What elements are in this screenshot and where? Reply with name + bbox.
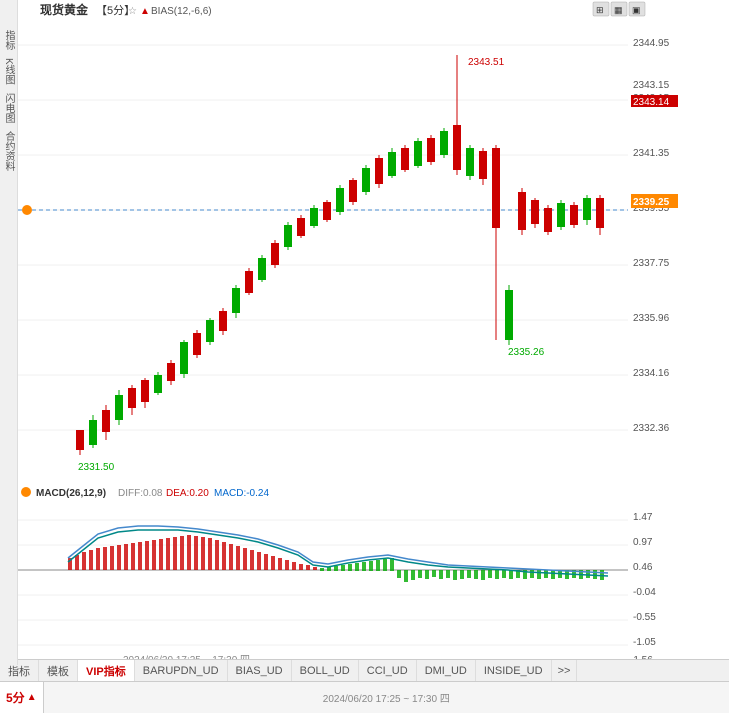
chart-container: 指标 K线图 闪电图 合约资料 现货黄金 【5分】 ☆ ▲ BIAS(12,-6… (0, 0, 729, 713)
tab-bias-ud[interactable]: BIAS_UD (228, 660, 292, 681)
svg-text:2334.16: 2334.16 (633, 368, 670, 379)
svg-text:-0.55: -0.55 (633, 612, 656, 623)
svg-text:2332.36: 2332.36 (633, 423, 670, 434)
tab-boll-ud[interactable]: BOLL_UD (292, 660, 359, 681)
svg-text:0.46: 0.46 (633, 562, 653, 573)
svg-text:-1.05: -1.05 (633, 637, 656, 648)
svg-text:2343.14: 2343.14 (633, 97, 670, 108)
svg-text:1.47: 1.47 (633, 512, 653, 523)
svg-text:MACD:-0.24: MACD:-0.24 (214, 488, 269, 499)
bottom-toolbar: 5分 ▲ 2024/06/20 17:25 ~ 17:30 四 (0, 681, 729, 713)
svg-text:DEA:0.20: DEA:0.20 (166, 488, 209, 499)
macd-chart-svg: MACD(26,12,9) DIFF:0.08 DEA:0.20 MACD:-0… (18, 480, 678, 665)
svg-text:DIFF:0.08: DIFF:0.08 (118, 488, 163, 499)
svg-text:2337.75: 2337.75 (633, 258, 670, 269)
tab-more[interactable]: >> (552, 660, 578, 681)
svg-text:▦: ▦ (614, 5, 623, 15)
tab-barupdn[interactable]: BARUPDN_UD (135, 660, 228, 681)
svg-text:-0.04: -0.04 (633, 587, 656, 598)
svg-text:2335.26: 2335.26 (508, 347, 545, 358)
svg-text:▣: ▣ (632, 5, 641, 15)
svg-text:☆: ☆ (128, 6, 137, 17)
tab-inside-ud[interactable]: INSIDE_UD (476, 660, 552, 681)
tab-moban[interactable]: 模板 (39, 660, 78, 681)
svg-text:2331.50: 2331.50 (78, 462, 115, 473)
sidebar-item-contract[interactable]: 合约资料 (1, 131, 16, 171)
timeframe-5min[interactable]: 5分 ▲ (0, 682, 44, 713)
svg-text:2339.25: 2339.25 (633, 197, 670, 208)
svg-text:▲: ▲ (140, 6, 150, 17)
date-range-label: 2024/06/20 17:25 ~ 17:30 四 (44, 690, 729, 705)
svg-text:现货黄金: 现货黄金 (40, 2, 89, 17)
svg-text:BIAS(12,-6,6): BIAS(12,-6,6) (151, 6, 212, 17)
tab-cci-ud[interactable]: CCI_UD (359, 660, 417, 681)
svg-text:0.97: 0.97 (633, 537, 653, 548)
tab-vip-zhibiao[interactable]: VIP指标 (78, 660, 135, 681)
tab-dmi-ud[interactable]: DMI_UD (417, 660, 476, 681)
main-chart-svg: 现货黄金 【5分】 ☆ ▲ BIAS(12,-6,6) ⊞ ▦ ▣ (18, 0, 678, 480)
indicator-tabs-bar: 指标 模板 VIP指标 BARUPDN_UD BIAS_UD BOLL_UD C… (0, 659, 729, 681)
svg-text:2343.15: 2343.15 (633, 80, 670, 91)
svg-text:2343.51: 2343.51 (468, 57, 505, 68)
svg-text:⊞: ⊞ (596, 5, 604, 15)
sidebar-item-kline[interactable]: K线图 (1, 58, 16, 85)
svg-text:MACD(26,12,9): MACD(26,12,9) (36, 488, 106, 499)
svg-text:2341.35: 2341.35 (633, 148, 670, 159)
svg-text:2344.95: 2344.95 (633, 38, 670, 49)
sidebar-item-indicator[interactable]: 指标 (1, 30, 16, 50)
left-sidebar: 指标 K线图 闪电图 合约资料 (0, 0, 18, 665)
sidebar-item-flash[interactable]: 闪电图 (1, 93, 16, 123)
svg-text:2335.96: 2335.96 (633, 313, 670, 324)
